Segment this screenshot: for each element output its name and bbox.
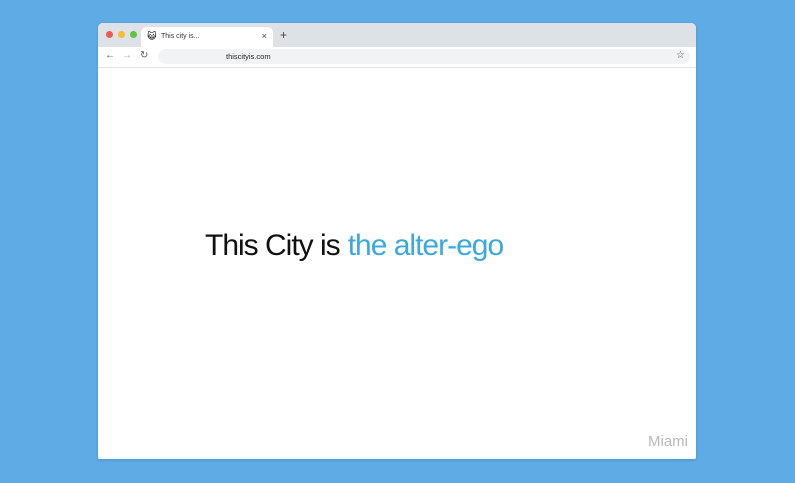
- browser-window: 😺 This city is... × + ← → ↻ thiscityis.c…: [98, 23, 696, 459]
- cat-favicon-icon: 😺: [147, 31, 157, 41]
- page-content: This City is the alter-ego Miami: [98, 68, 696, 459]
- tab-close-icon[interactable]: ×: [262, 31, 267, 41]
- tab-title: This city is...: [161, 33, 200, 40]
- maximize-window-button[interactable]: [130, 31, 137, 38]
- toolbar: ← → ↻ thiscityis.com ☆: [98, 47, 696, 68]
- close-window-button[interactable]: [106, 31, 113, 38]
- forward-arrow-icon[interactable]: →: [122, 50, 132, 62]
- city-label: Miami: [648, 433, 688, 450]
- headline-lead: This City is: [205, 229, 341, 262]
- tab-active[interactable]: 😺 This city is... ×: [141, 27, 273, 47]
- reload-icon[interactable]: ↻: [140, 50, 148, 62]
- headline: This City is the alter-ego: [205, 228, 504, 264]
- tab-bar: 😺 This city is... × +: [98, 23, 696, 47]
- back-arrow-icon[interactable]: ←: [105, 50, 115, 62]
- minimize-window-button[interactable]: [118, 31, 125, 38]
- address-bar[interactable]: thiscityis.com ☆: [158, 49, 690, 64]
- new-tab-button[interactable]: +: [280, 29, 287, 41]
- headline-accent: the alter-ego: [347, 229, 504, 262]
- bookmark-star-icon[interactable]: ☆: [676, 50, 685, 62]
- url-text[interactable]: thiscityis.com: [226, 51, 271, 62]
